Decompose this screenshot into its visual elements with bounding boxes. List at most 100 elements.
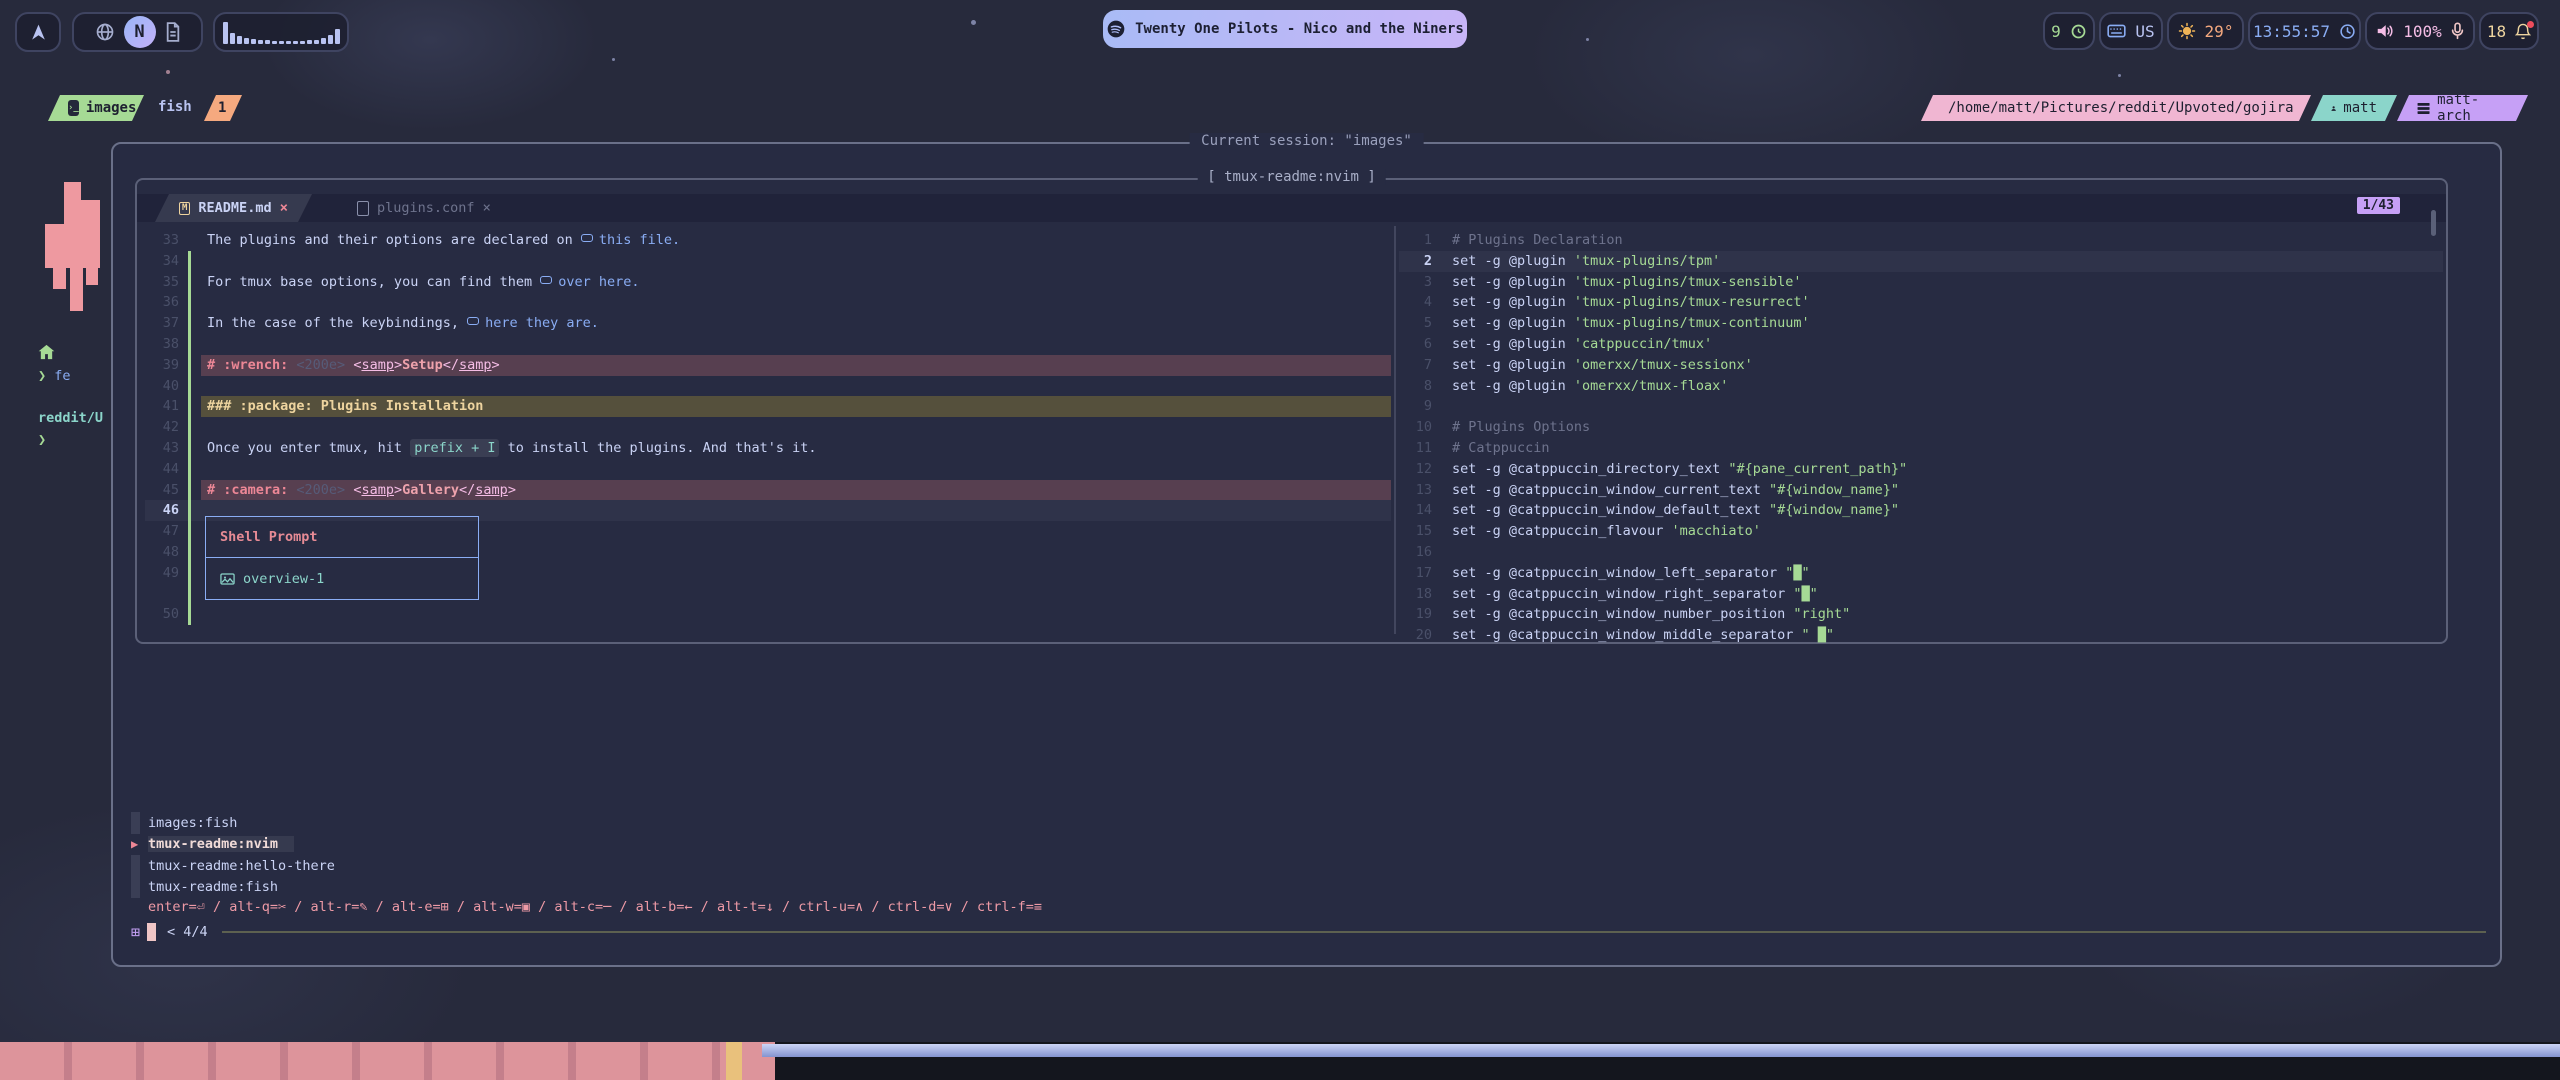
notification-bell[interactable] — [2515, 23, 2531, 40]
line-text: set -g @plugin 'omerxx/tmux-floax' — [1432, 376, 2443, 397]
code-segment: 'tmux-plugins/tmux-resurrect' — [1574, 294, 1810, 310]
readme-pane[interactable]: Shell Prompt overview-1 33The plugins an… — [145, 230, 1391, 625]
session-item[interactable]: ▶tmux-readme:nvim — [131, 834, 335, 856]
session-item[interactable]: tmux-readme:hello-there — [131, 855, 335, 877]
session-item[interactable]: tmux-readme:fish — [131, 877, 335, 899]
tmux-session-name: images — [86, 100, 137, 116]
update-icon — [2070, 23, 2087, 40]
editor-line: 38 — [145, 334, 1391, 355]
line-text — [201, 376, 1391, 397]
visualizer-bar — [265, 40, 270, 44]
music-widget[interactable]: Twenty One Pilots - Nico and the Niners — [1103, 10, 1467, 48]
visualizer-bar — [258, 40, 263, 44]
git-sign — [179, 292, 201, 313]
markdown-link[interactable]: here they are. — [467, 315, 599, 331]
tmux-window-name[interactable]: fish — [158, 99, 192, 115]
line-number: 41 — [145, 396, 179, 417]
editor-line: 4set -g @plugin 'tmux-plugins/tmux-resur… — [1399, 292, 2443, 313]
markdown-link[interactable]: this file. — [581, 232, 680, 248]
prompt-chevron[interactable]: ❯ — [38, 432, 46, 448]
fzf-prompt[interactable]: ⊞ < 4/4 — [131, 921, 2486, 943]
visualizer-bar — [328, 35, 333, 44]
git-sign — [179, 396, 201, 417]
sun-icon — [2178, 22, 2196, 40]
code-segment: set -g @catppuccin_window_middle_separat… — [1452, 627, 1802, 643]
workspace-files[interactable] — [165, 22, 181, 42]
code-segment: samp — [475, 482, 508, 498]
code-segment: <200e> — [296, 482, 345, 498]
visualizer-bar — [286, 41, 291, 44]
session-label: tmux-readme:hello-there — [148, 858, 335, 874]
shell-prompt-line: ❯ fe — [38, 368, 71, 384]
tmux-window-index[interactable]: 1 — [204, 95, 242, 121]
session-item[interactable]: images:fish — [131, 812, 335, 834]
globe-icon — [95, 22, 115, 42]
launcher-button[interactable] — [15, 12, 61, 52]
code-segment: </ — [459, 482, 475, 498]
tmux-user-segment: matt — [2311, 95, 2397, 121]
line-number — [145, 584, 179, 605]
text-cursor — [147, 923, 156, 941]
line-text: set -g @catppuccin_window_number_positio… — [1432, 604, 2443, 625]
calendar-widget[interactable]: 18 — [2479, 12, 2539, 50]
line-number: 6 — [1399, 334, 1432, 355]
code-segment: > — [492, 357, 500, 373]
visualizer-bar — [307, 40, 312, 44]
line-number: 43 — [145, 438, 179, 459]
clock-widget[interactable]: 13:55:57 — [2248, 12, 2361, 50]
image-icon — [220, 573, 235, 585]
code-segment: For tmux base options, you can find them — [207, 274, 540, 290]
updates-widget[interactable]: 9 — [2043, 12, 2095, 50]
line-text: In the case of the keybindings, here the… — [201, 313, 1391, 334]
markdown-link[interactable]: over here. — [540, 274, 639, 290]
code-segment: </ — [443, 357, 459, 373]
code-segment: "right" — [1793, 606, 1850, 622]
line-text: set -g @catppuccin_window_right_separato… — [1432, 584, 2443, 605]
workspace-switcher: N — [72, 12, 203, 52]
code-segment: Once you enter tmux, hit — [207, 440, 410, 456]
code-segment: "#{window_name}" — [1769, 502, 1899, 518]
home-icon — [38, 344, 55, 360]
workspace-nvim-active[interactable]: N — [124, 16, 156, 48]
code-segment: # Plugins Declaration — [1452, 232, 1623, 248]
editor-line: 45 # :camera: <200e> <samp>Gallery</samp> — [145, 480, 1391, 501]
line-text: set -g @plugin 'tmux-plugins/tmux-contin… — [1432, 313, 2443, 334]
git-sign — [179, 480, 201, 501]
markdown-table: Shell Prompt overview-1 — [205, 516, 479, 600]
session-label: images:fish — [148, 815, 237, 831]
line-number: 39 — [145, 355, 179, 376]
volume-widget[interactable]: 100% — [2365, 12, 2475, 50]
line-text: # :camera: <200e> <samp>Gallery</samp> — [201, 480, 1391, 501]
tmux-session-tab[interactable]: ›_ images — [48, 95, 144, 121]
editor-line: 14set -g @catppuccin_window_default_text… — [1399, 500, 2443, 521]
line-text: set -g @plugin 'tmux-plugins/tpm' — [1432, 251, 2443, 272]
code-segment: set -g @catppuccin_window_left_separator — [1452, 565, 1785, 581]
editor-line: 6set -g @plugin 'catppuccin/tmux' — [1399, 334, 2443, 355]
code-segment: The plugins and their options are declar… — [207, 232, 581, 248]
editor-line: 37In the case of the keybindings, here t… — [145, 313, 1391, 334]
code-segment: 'omerxx/tmux-sessionx' — [1574, 357, 1753, 373]
workspace-browser[interactable] — [95, 22, 115, 42]
line-text: set -g @catppuccin_flavour 'macchiato' — [1432, 521, 2443, 542]
editor-line: 18set -g @catppuccin_window_right_separa… — [1399, 584, 2443, 605]
tab-plugins-conf[interactable]: plugins.conf × — [333, 194, 515, 222]
line-number: 49 — [145, 563, 179, 584]
code-segment: <200e> — [296, 357, 345, 373]
line-number: 45 — [145, 480, 179, 501]
plugins-conf-pane[interactable]: 1# Plugins Declaration2set -g @plugin 't… — [1399, 230, 2443, 646]
line-number: 35 — [145, 272, 179, 293]
git-sign — [179, 563, 201, 584]
code-segment: "█" — [1793, 586, 1817, 602]
tab-readme-md[interactable]: M README.md × — [155, 194, 312, 222]
editor-line: 40 — [145, 376, 1391, 397]
editor-line: 16 — [1399, 542, 2443, 563]
code-segment: to install the plugins. And that's it. — [499, 440, 816, 456]
line-text: set -g @catppuccin_window_middle_separat… — [1432, 625, 2443, 646]
keyboard-layout-widget[interactable]: US — [2099, 12, 2163, 50]
close-icon[interactable]: × — [280, 200, 288, 216]
line-number: 46 — [145, 500, 179, 521]
line-number: 5 — [1399, 313, 1432, 334]
weather-widget[interactable]: 29° — [2167, 12, 2244, 50]
close-icon[interactable]: × — [483, 200, 491, 216]
editor-line: 36 — [145, 292, 1391, 313]
